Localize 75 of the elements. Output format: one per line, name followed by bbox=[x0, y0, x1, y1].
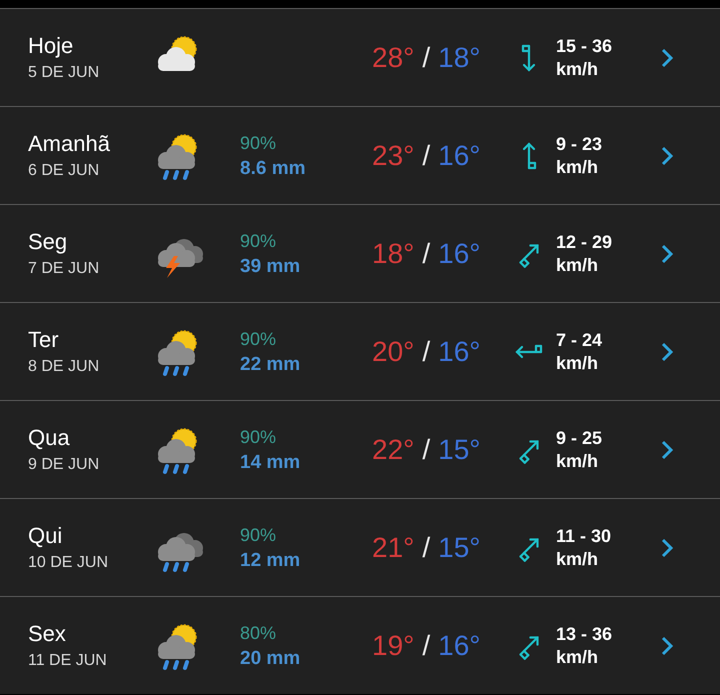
date-label: 8 DE JUN bbox=[28, 356, 100, 376]
wind-speed: 15 - 36 bbox=[556, 34, 614, 58]
wind-unit: km/h bbox=[556, 254, 600, 276]
chevron-right-icon bbox=[660, 634, 674, 656]
chevron-right-icon bbox=[660, 438, 674, 460]
chevron-right-icon bbox=[660, 536, 674, 558]
wind-unit: km/h bbox=[556, 646, 600, 668]
precipitation-amount: 8.6 mm bbox=[240, 156, 306, 180]
day-label: Amanhã bbox=[28, 130, 111, 158]
separator-slash: / bbox=[422, 236, 430, 270]
precipitation-chance: 90% bbox=[240, 230, 278, 252]
precipitation-amount: 14 mm bbox=[240, 450, 302, 474]
chevron-right-icon bbox=[660, 340, 674, 362]
date-label: 10 DE JUN bbox=[28, 552, 110, 572]
day-label: Seg bbox=[28, 228, 68, 256]
precipitation-chance: 90% bbox=[240, 524, 278, 546]
separator-slash: / bbox=[422, 334, 430, 368]
forecast-row[interactable]: Hoje 5 DE JUN 28° / 18° 15 - 36 km/h bbox=[0, 8, 720, 106]
wind-unit: km/h bbox=[556, 58, 600, 80]
wind-unit: km/h bbox=[556, 450, 600, 472]
forecast-row[interactable]: Ter 8 DE JUN 90% 22 mm 20° / 16° 7 - 24 km/h bbox=[0, 302, 720, 400]
high-temperature: 18° bbox=[372, 236, 414, 270]
precipitation-chance: 90% bbox=[240, 426, 278, 448]
wind-speed: 9 - 25 bbox=[556, 426, 604, 450]
high-temperature: 21° bbox=[372, 530, 414, 564]
wind-speed: 12 - 29 bbox=[556, 230, 614, 254]
forecast-row[interactable]: Qui 10 DE JUN 90% 12 mm 21° / 15° 11 - 30 km/h bbox=[0, 498, 720, 596]
low-temperature: 15° bbox=[438, 530, 480, 564]
separator-slash: / bbox=[422, 138, 430, 172]
date-label: 6 DE JUN bbox=[28, 160, 100, 180]
separator-slash: / bbox=[422, 432, 430, 466]
precipitation-chance: 90% bbox=[240, 328, 278, 350]
high-temperature: 19° bbox=[372, 628, 414, 662]
forecast-row[interactable]: Sex 11 DE JUN 80% 20 mm 19° / 16° 13 - 36 km/h bbox=[0, 596, 720, 694]
day-label: Qui bbox=[28, 522, 64, 550]
wind-speed: 9 - 23 bbox=[556, 132, 604, 156]
wind-unit: km/h bbox=[556, 352, 600, 374]
precipitation-amount: 20 mm bbox=[240, 646, 302, 670]
separator-slash: / bbox=[422, 530, 430, 564]
precipitation-amount: 39 mm bbox=[240, 254, 302, 278]
high-temperature: 23° bbox=[372, 138, 414, 172]
low-temperature: 15° bbox=[438, 432, 480, 466]
high-temperature: 28° bbox=[372, 40, 414, 74]
high-temperature: 20° bbox=[372, 334, 414, 368]
chevron-right-icon bbox=[660, 46, 674, 68]
date-label: 7 DE JUN bbox=[28, 258, 100, 278]
chevron-right-icon bbox=[660, 242, 674, 264]
wind-unit: km/h bbox=[556, 548, 600, 570]
wind-speed: 7 - 24 bbox=[556, 328, 604, 352]
precipitation-chance: 80% bbox=[240, 622, 278, 644]
low-temperature: 16° bbox=[438, 334, 480, 368]
precipitation-amount: 12 mm bbox=[240, 548, 302, 572]
forecast-row[interactable]: Amanhã 6 DE JUN 90% 8.6 mm 23° / 16° 9 - 23 km/h bbox=[0, 106, 720, 204]
day-label: Sex bbox=[28, 620, 67, 648]
date-label: 9 DE JUN bbox=[28, 454, 100, 474]
high-temperature: 22° bbox=[372, 432, 414, 466]
precipitation-chance: 90% bbox=[240, 132, 278, 154]
day-label: Qua bbox=[28, 424, 71, 452]
separator-slash: / bbox=[422, 628, 430, 662]
low-temperature: 16° bbox=[438, 628, 480, 662]
day-label: Ter bbox=[28, 326, 60, 354]
day-label: Hoje bbox=[28, 32, 74, 60]
low-temperature: 16° bbox=[438, 138, 480, 172]
forecast-row[interactable]: Seg 7 DE JUN 90% 39 mm 18° / 16° 12 - 29 km/h bbox=[0, 204, 720, 302]
low-temperature: 18° bbox=[438, 40, 480, 74]
date-label: 11 DE JUN bbox=[28, 650, 108, 670]
forecast-row[interactable]: Qua 9 DE JUN 90% 14 mm 22° / 15° 9 - 25 km/h bbox=[0, 400, 720, 498]
chevron-right-icon bbox=[660, 144, 674, 166]
wind-speed: 11 - 30 bbox=[556, 524, 612, 548]
precipitation-amount: 22 mm bbox=[240, 352, 302, 376]
separator-slash: / bbox=[422, 40, 430, 74]
wind-speed: 13 - 36 bbox=[556, 622, 614, 646]
low-temperature: 16° bbox=[438, 236, 480, 270]
wind-unit: km/h bbox=[556, 156, 600, 178]
date-label: 5 DE JUN bbox=[28, 62, 100, 82]
